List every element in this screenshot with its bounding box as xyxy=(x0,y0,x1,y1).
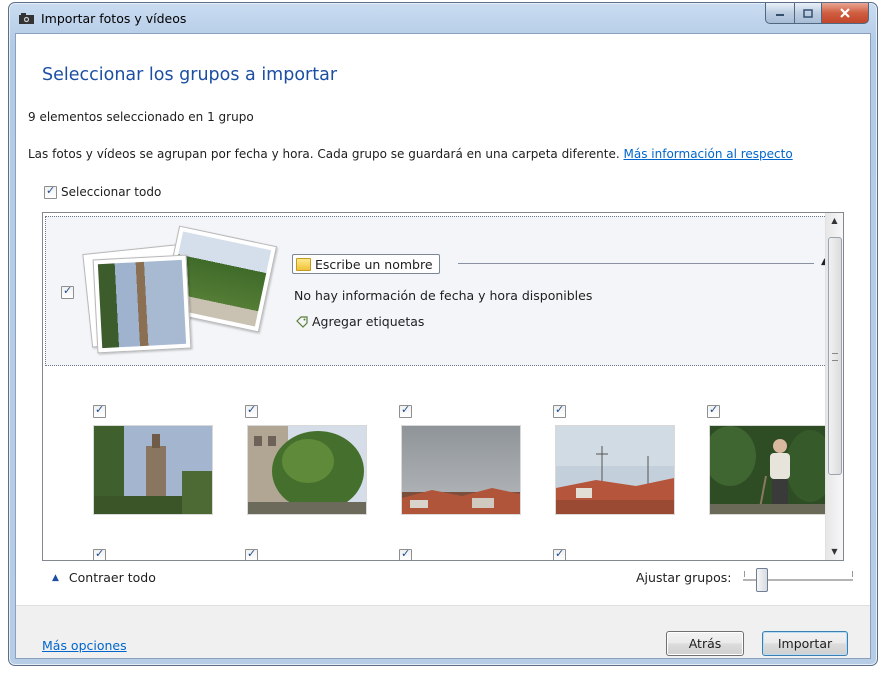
import-dialog: Importar fotos y vídeos Seleccionar los … xyxy=(8,2,878,666)
photo-church-tower xyxy=(94,426,212,514)
caption-buttons xyxy=(765,3,869,25)
scroll-down-arrow-icon[interactable]: ▼ xyxy=(826,544,843,560)
slider-tick xyxy=(852,571,853,577)
adjust-groups-label: Ajustar grupos: xyxy=(636,570,732,585)
import-button[interactable]: Importar xyxy=(762,631,848,656)
thumbnail[interactable] xyxy=(555,425,675,515)
collapse-all-label: Contraer todo xyxy=(68,570,156,585)
thumbnail-checkbox[interactable] xyxy=(93,403,106,418)
thumbnail-checkbox[interactable] xyxy=(245,547,258,560)
select-all-check[interactable] xyxy=(44,184,57,199)
title-bar[interactable]: Importar fotos y vídeos xyxy=(9,3,877,35)
minimize-button[interactable] xyxy=(765,3,795,24)
maximize-button[interactable] xyxy=(795,3,822,24)
group-date-info: No hay información de fecha y hora dispo… xyxy=(294,288,593,303)
close-icon xyxy=(840,8,850,18)
select-all-label: Seleccionar todo xyxy=(61,185,162,199)
import-app-icon xyxy=(19,13,34,24)
photo-man-garden xyxy=(710,426,828,514)
group-divider xyxy=(458,263,814,264)
thumbnail[interactable] xyxy=(247,425,367,515)
thumbnail-checkbox[interactable] xyxy=(399,547,412,560)
grouping-info: Las fotos y vídeos se agrupan por fecha … xyxy=(28,147,793,161)
scrollbar-thumb[interactable] xyxy=(828,237,842,475)
thumbnail-checkbox[interactable] xyxy=(93,547,106,560)
dialog-content: Seleccionar los grupos a importar 9 elem… xyxy=(15,33,871,659)
window-title: Importar fotos y vídeos xyxy=(41,11,187,26)
vertical-scrollbar[interactable]: ▲ ▼ xyxy=(825,213,843,560)
thumbnail-checkbox[interactable] xyxy=(553,403,566,418)
thumbnail[interactable] xyxy=(709,425,829,515)
thumbnail-checkbox[interactable] xyxy=(553,547,566,560)
chevron-up-icon: ▲ xyxy=(52,572,59,583)
page-title: Seleccionar los grupos a importar xyxy=(42,65,338,85)
group-photo-stack xyxy=(81,225,281,365)
minimize-icon xyxy=(776,14,784,16)
selection-count: 9 elementos seleccionado en 1 grupo xyxy=(28,110,254,124)
close-button[interactable] xyxy=(822,3,869,24)
group-list: Escribe un nombre ▲ No hay información d… xyxy=(42,212,844,561)
select-all-checkbox[interactable]: Seleccionar todo xyxy=(44,184,162,199)
photo-rooftops-antennas xyxy=(556,426,674,514)
folder-icon xyxy=(296,257,311,271)
photo-tree-building xyxy=(248,426,366,514)
thumbnail[interactable] xyxy=(401,425,521,515)
more-options-link[interactable]: Más opciones xyxy=(42,638,127,653)
group-checkbox[interactable] xyxy=(61,284,74,299)
tag-icon xyxy=(296,315,308,328)
scroll-up-arrow-icon[interactable]: ▲ xyxy=(826,213,843,229)
adjust-groups-slider-thumb[interactable] xyxy=(756,568,768,592)
thumbnail-checkbox[interactable] xyxy=(707,403,720,418)
group-header[interactable]: Escribe un nombre ▲ No hay información d… xyxy=(45,216,837,366)
slider-tick xyxy=(744,571,745,577)
thumbnail[interactable] xyxy=(93,425,213,515)
back-button[interactable]: Atrás xyxy=(666,631,744,656)
thumbnail-checkbox[interactable] xyxy=(245,403,258,418)
more-info-link[interactable]: Más información al respecto xyxy=(624,147,793,161)
add-tags-label: Agregar etiquetas xyxy=(312,314,425,329)
collapse-all-button[interactable]: ▲ Contraer todo xyxy=(52,570,156,585)
add-tags-link[interactable]: Agregar etiquetas xyxy=(296,314,424,329)
group-name-placeholder: Escribe un nombre xyxy=(315,256,433,272)
photo-cloudy-rooftops xyxy=(402,426,520,514)
thumbnail-checkbox[interactable] xyxy=(399,403,412,418)
group-name-field[interactable]: Escribe un nombre xyxy=(292,254,440,274)
maximize-icon xyxy=(803,8,813,18)
grouping-info-text: Las fotos y vídeos se agrupan por fecha … xyxy=(28,147,624,161)
